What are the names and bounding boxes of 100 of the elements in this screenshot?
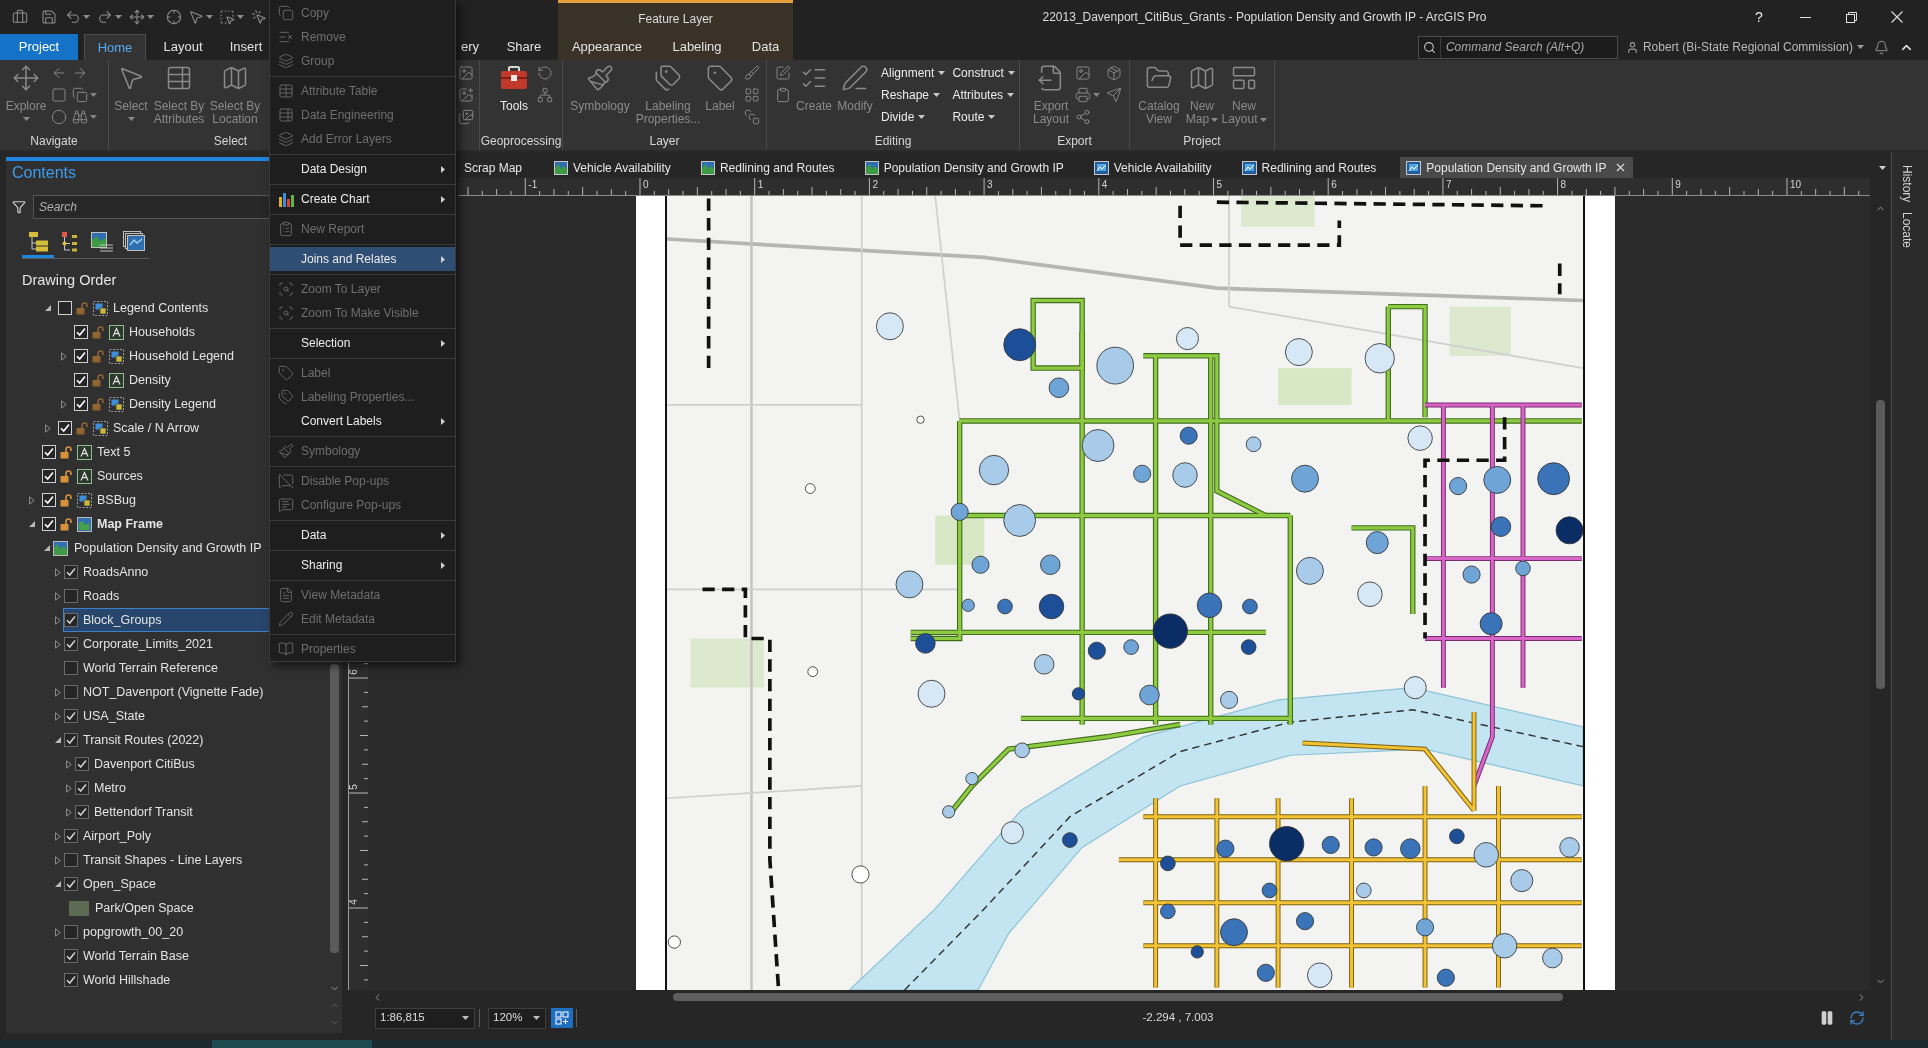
menu-button[interactable]: Construct [952, 62, 1015, 84]
checkbox[interactable] [64, 853, 78, 867]
tree-item[interactable]: Transit Routes (2022) [63, 728, 209, 752]
pointer-icon[interactable] [188, 9, 204, 25]
ribbon-tab[interactable]: Home [84, 34, 146, 60]
brush-icon[interactable] [744, 65, 760, 81]
expander-icon[interactable] [66, 759, 72, 769]
menu-item[interactable]: Selection [270, 331, 455, 355]
checkbox[interactable] [75, 805, 89, 819]
menu-button[interactable]: Alignment [881, 62, 946, 84]
menu-button[interactable]: Reshape [881, 84, 946, 106]
checkbox[interactable] [64, 949, 78, 963]
document-tab[interactable]: Scrap Map [458, 157, 531, 178]
help-button[interactable]: ? [1736, 0, 1782, 34]
command-search-field[interactable]: Command Search (Alt+Q) [1417, 35, 1618, 59]
tree-item[interactable]: Metro [74, 776, 131, 800]
checkbox[interactable] [64, 973, 78, 987]
image-icon[interactable] [1075, 65, 1091, 81]
document-tab[interactable]: Population Density and Growth IP [1400, 157, 1634, 178]
crosshair-icon[interactable] [166, 9, 182, 25]
network-icon[interactable] [537, 87, 553, 103]
menu-button[interactable]: Route [952, 106, 1015, 128]
document-tab[interactable]: Redlining and Routes [694, 157, 841, 178]
expander-icon[interactable] [55, 687, 61, 697]
filter-icon[interactable] [12, 200, 26, 214]
grid-toggle-button[interactable] [551, 1008, 573, 1028]
tree-item[interactable]: NOT_Davenport (Vignette Fade) [63, 680, 269, 704]
side-tab[interactable]: History [1898, 165, 1916, 203]
checkbox[interactable] [64, 709, 78, 723]
ribbon-tab[interactable]: ery [457, 34, 483, 60]
document-tab[interactable]: Vehicle Availability [1087, 157, 1218, 178]
scrollbar-thumb[interactable] [329, 664, 339, 953]
expander-icon[interactable] [55, 615, 61, 625]
circle-icon[interactable] [51, 109, 67, 125]
move-arrows-icon[interactable] [129, 9, 145, 25]
document-tab[interactable]: Redlining and Routes [1235, 157, 1383, 178]
undo-icon[interactable] [65, 9, 81, 25]
tree-item[interactable]: Park/Open Space [68, 896, 199, 920]
expander-icon[interactable] [44, 545, 50, 551]
menu-button[interactable]: Divide [881, 106, 946, 128]
image-icon[interactable] [458, 65, 474, 81]
tree-item[interactable]: popgrowth_00_20 [63, 920, 189, 944]
binoculars-icon[interactable] [72, 109, 88, 125]
tree-item[interactable]: Bettendorf Transit [74, 800, 198, 824]
zoom-combo[interactable]: 120% [488, 1007, 546, 1029]
padlock-icon[interactable] [60, 445, 73, 459]
ribbon-tab[interactable]: Layout [150, 34, 216, 60]
tree-item[interactable]: Population Density and Growth IP [52, 536, 267, 560]
expander-icon[interactable] [61, 351, 67, 361]
scrollbar-thumb[interactable] [673, 993, 1563, 1001]
save-icon[interactable] [41, 9, 57, 25]
ribbon-tab[interactable]: Appearance [558, 34, 656, 60]
checkbox[interactable] [64, 685, 78, 699]
send-icon[interactable] [1106, 87, 1122, 103]
expander-icon[interactable] [45, 423, 51, 433]
ribbon-tab[interactable]: Labeling [656, 34, 738, 60]
ribbon-tab[interactable]: Insert [224, 34, 268, 60]
side-tab[interactable]: Locate [1898, 212, 1916, 249]
clipboard-icon[interactable] [775, 87, 791, 103]
tree-item[interactable]: BSBug [40, 488, 141, 512]
expander-icon[interactable] [45, 305, 51, 311]
pointer-click-icon[interactable] [251, 9, 267, 25]
checkbox[interactable] [64, 661, 78, 675]
tree-item[interactable]: USA_State [63, 704, 150, 728]
tree-item[interactable]: Corporate_Limits_2021 [63, 632, 218, 656]
expander-icon[interactable] [55, 639, 61, 649]
expander-icon[interactable] [55, 881, 61, 887]
scrollbar-thumb[interactable] [1876, 400, 1885, 689]
redo-icon[interactable] [97, 9, 113, 25]
checkbox[interactable] [64, 613, 78, 627]
checkbox[interactable] [75, 781, 89, 795]
expander-icon[interactable] [55, 711, 61, 721]
square-pen-icon[interactable] [775, 65, 791, 81]
tree-item[interactable]: RoadsAnno [63, 560, 154, 584]
checkbox[interactable] [64, 925, 78, 939]
expander-icon[interactable] [55, 737, 61, 743]
menu-item[interactable]: Data [270, 523, 455, 547]
expander-icon[interactable] [55, 831, 61, 841]
notification-bell-icon[interactable] [1874, 39, 1889, 55]
tree-item[interactable]: World Terrain Base [63, 944, 194, 968]
ribbon-button[interactable]: Tools [494, 62, 534, 113]
tree-item[interactable]: Sources [40, 464, 148, 488]
padlock-icon[interactable] [60, 469, 73, 483]
square-icon[interactable] [51, 87, 67, 103]
checkbox[interactable] [75, 757, 89, 771]
tree-item[interactable]: World Hillshade [63, 968, 176, 992]
checkbox[interactable] [64, 733, 78, 747]
padlock-icon[interactable] [60, 493, 73, 507]
tree-item[interactable]: World Terrain Reference [63, 656, 224, 680]
checkbox[interactable] [64, 829, 78, 843]
tree-item[interactable]: Roads [63, 584, 125, 608]
printer-icon[interactable] [1075, 87, 1091, 103]
expander-icon[interactable] [29, 495, 35, 505]
document-tab[interactable]: Population Density and Growth IP [858, 157, 1070, 178]
expander-icon[interactable] [55, 927, 61, 937]
rotate-arrow-icon[interactable] [537, 65, 553, 81]
arrow-right-icon[interactable] [72, 65, 88, 81]
document-tab[interactable]: Vehicle Availability [548, 157, 677, 178]
padlock-icon[interactable] [60, 517, 73, 531]
package-icon[interactable] [1106, 65, 1122, 81]
